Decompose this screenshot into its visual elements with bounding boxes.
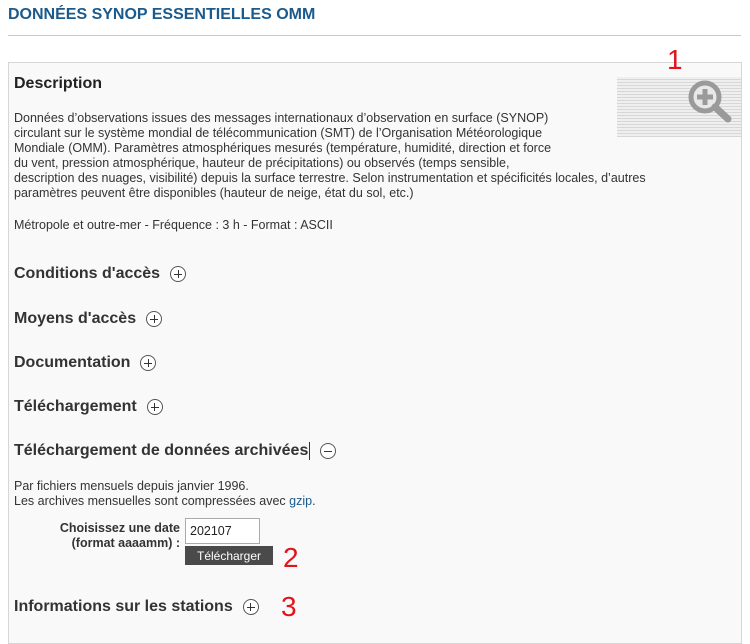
page-title: DONNÉES SYNOP ESSENTIELLES OMM: [8, 6, 316, 23]
section-telechargement[interactable]: Téléchargement: [14, 396, 163, 418]
description-line: description des nuages, visibilité) depu…: [14, 171, 646, 185]
description-meta: Métropole et outre-mer - Fréquence : 3 h…: [14, 218, 333, 232]
description-heading: Description: [14, 75, 103, 92]
archives-line-suffix: .: [312, 494, 316, 508]
expand-plus-icon[interactable]: [170, 266, 187, 282]
description-line: Données d’observations issues des messag…: [14, 111, 549, 125]
expand-plus-icon[interactable]: [146, 399, 163, 415]
section-documentation[interactable]: Documentation: [14, 352, 157, 374]
description-text: Données d’observations issues des messag…: [14, 111, 646, 201]
section-moyens-acces[interactable]: Moyens d'accès: [14, 308, 163, 330]
expand-plus-icon[interactable]: [140, 355, 157, 371]
section-label: Moyens d'accès: [14, 310, 137, 327]
annotation-marker-1: 1: [667, 44, 683, 75]
date-input[interactable]: [185, 518, 260, 544]
description-line: du vent, pression atmosphérique, hauteur…: [14, 156, 510, 170]
archives-line-prefix: Les archives mensuelles sont compressées…: [14, 494, 290, 508]
download-button[interactable]: Télécharger: [185, 546, 273, 565]
zoom-in-icon: [688, 80, 732, 123]
archives-line: Par fichiers mensuels depuis janvier 199…: [14, 479, 249, 493]
description-line: circulant sur le système mondial de télé…: [14, 126, 543, 140]
expand-plus-icon[interactable]: [242, 599, 259, 615]
section-telechargement-archives[interactable]: Téléchargement de données archivées: [14, 440, 337, 462]
section-label: Téléchargement de données archivées: [14, 442, 309, 459]
section-label: Conditions d'accès: [14, 265, 161, 282]
section-label: Téléchargement: [14, 398, 137, 415]
annotation-marker-3: 3: [281, 591, 297, 622]
section-conditions-acces[interactable]: Conditions d'accès: [14, 263, 187, 285]
description-line: paramètres peuvent être disponibles (hau…: [14, 186, 414, 200]
date-field-label: Choisissez une date (format aaaamm) :: [40, 521, 180, 551]
collapse-minus-icon[interactable]: [320, 443, 337, 459]
date-label-line: Choisissez une date: [59, 521, 180, 535]
section-informations-stations[interactable]: Informations sur les stations: [14, 596, 259, 618]
expand-plus-icon[interactable]: [146, 311, 163, 327]
section-label: Informations sur les stations: [14, 598, 233, 615]
archives-text: Par fichiers mensuels depuis janvier 199…: [14, 479, 316, 509]
text-caret: [309, 442, 311, 460]
title-divider: [8, 35, 741, 36]
section-label: Documentation: [14, 354, 131, 371]
annotation-marker-2: 2: [283, 542, 299, 573]
gzip-link[interactable]: gzip: [289, 494, 312, 508]
date-label-line: (format aaaamm) :: [71, 536, 180, 550]
description-line: Mondiale (OMM). Paramètres atmosphérique…: [14, 141, 552, 155]
